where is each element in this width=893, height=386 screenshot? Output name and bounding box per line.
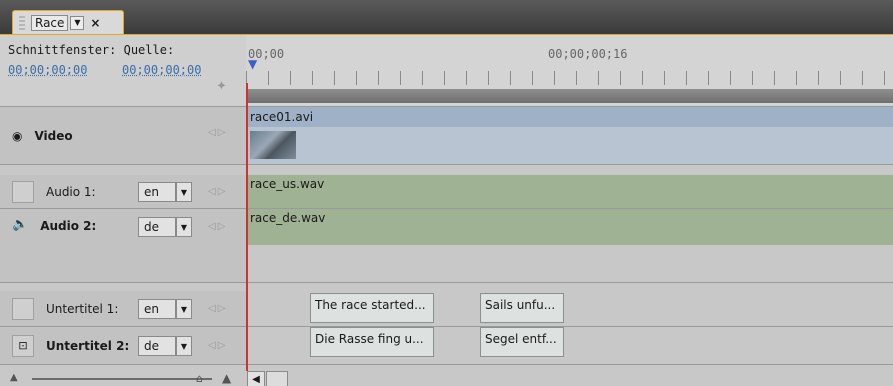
tab-label[interactable]: Race <box>31 14 69 31</box>
wand-icon[interactable]: ✦ <box>216 79 232 95</box>
timeline-header: Schnittfenster: Quelle: 00;00;00;00 00;0… <box>0 35 246 107</box>
keyframe-nav-icon[interactable]: ◁▷ <box>208 340 227 351</box>
subtitle-clip[interactable]: The race started... <box>310 293 434 323</box>
zoom-out-icon[interactable]: ▲ <box>10 372 18 383</box>
sub1-language-select[interactable]: en <box>138 299 176 319</box>
track-header-audio2: 🔈 Audio 2: de ▼ ◁▷ <box>0 209 246 283</box>
tab-race[interactable]: Race ▼ × <box>12 10 124 34</box>
time-ruler[interactable]: 00;00 00;00;00;16 ▼ <box>246 35 893 107</box>
zoom-in-icon[interactable]: ▲ <box>222 371 231 385</box>
ruler-mid-label: 00;00;00;16 <box>548 47 628 61</box>
track-name-sub1: Untertitel 1: <box>46 301 119 316</box>
track-area-sub1[interactable]: The race started... Sails unfu... <box>246 291 893 327</box>
track-name-sub2: Untertitel 2: <box>46 338 130 353</box>
track-name-audio2: Audio 2: <box>40 219 97 233</box>
keyframe-nav-icon[interactable]: ◁▷ <box>208 186 227 197</box>
track-area-sub2[interactable]: Die Rasse fing u... Segel entf... <box>246 327 893 365</box>
video-clip[interactable]: race01.avi <box>246 107 893 164</box>
audio2-clip[interactable]: race_de.wav <box>246 209 893 245</box>
timecode-in[interactable]: 00;00;00;00 <box>8 63 87 77</box>
sub2-language-select[interactable]: de <box>138 336 176 356</box>
grip-icon[interactable] <box>19 15 25 30</box>
timeline-footer: ▲ ⌂ ▲ ◀ <box>0 371 893 386</box>
tab-bar: Race ▼ × <box>0 0 893 34</box>
zoom-slider[interactable] <box>32 378 212 380</box>
close-icon[interactable]: × <box>90 16 100 30</box>
video-thumbnail <box>250 131 296 159</box>
timeline-title: Schnittfenster: Quelle: <box>8 43 175 57</box>
keyframe-nav-icon[interactable]: ◁▷ <box>208 221 227 232</box>
track-header-video: ◉ Video ◁▷ <box>0 107 246 165</box>
timeline-panel: Schnittfenster: Quelle: 00;00;00;00 00;0… <box>0 34 893 386</box>
subtitle-clip[interactable]: Die Rasse fing u... <box>310 327 434 357</box>
keyframe-nav-icon[interactable]: ◁▷ <box>208 303 227 314</box>
speaker-icon[interactable]: 🔈 <box>12 217 28 232</box>
track-gap <box>0 283 893 291</box>
work-area-bar[interactable] <box>246 89 893 103</box>
keyframe-nav-icon[interactable]: ◁▷ <box>208 127 227 138</box>
track-name-video: Video <box>34 128 73 143</box>
horizontal-scrollbar-thumb[interactable] <box>266 371 288 386</box>
track-header-audio1: Audio 1: en ▼ ◁▷ <box>0 175 246 209</box>
track-header-sub1: Untertitel 1: en ▼ ◁▷ <box>0 291 246 327</box>
audio1-language-select[interactable]: en <box>138 182 176 202</box>
track-name-audio1: Audio 1: <box>46 184 96 199</box>
zoom-slider-handle[interactable]: ⌂ <box>196 372 203 385</box>
eye-icon[interactable]: ◉ <box>12 129 22 143</box>
audio2-language-select[interactable]: de <box>138 217 176 237</box>
chevron-down-icon[interactable]: ▼ <box>176 299 192 319</box>
track-header-sub2: ⊡ Untertitel 2: de ▼ ◁▷ <box>0 327 246 365</box>
tab-dropdown-button[interactable]: ▼ <box>70 15 85 30</box>
sub1-toggle[interactable] <box>12 297 34 320</box>
track-area-audio2[interactable]: race_de.wav <box>246 209 893 283</box>
playhead-line[interactable] <box>246 83 248 371</box>
chevron-down-icon[interactable]: ▼ <box>176 217 192 237</box>
track-area-audio1[interactable]: race_us.wav <box>246 175 893 209</box>
chevron-down-icon[interactable]: ▼ <box>176 336 192 356</box>
track-gap <box>0 165 893 175</box>
track-area-video[interactable]: race01.avi <box>246 107 893 165</box>
subtitle-icon[interactable]: ⊡ <box>12 334 34 357</box>
video-clip-label: race01.avi <box>246 109 893 127</box>
playhead-handle-icon[interactable]: ▼ <box>248 57 257 73</box>
scroll-left-button[interactable]: ◀ <box>247 371 265 386</box>
audio1-toggle[interactable] <box>12 180 34 203</box>
timecode-out[interactable]: 00;00;00;00 <box>122 63 201 77</box>
chevron-down-icon[interactable]: ▼ <box>176 182 192 202</box>
subtitle-clip[interactable]: Segel entf... <box>480 327 564 357</box>
audio1-clip[interactable]: race_us.wav <box>246 175 893 208</box>
subtitle-clip[interactable]: Sails unfu... <box>480 293 564 323</box>
ruler-ticks <box>246 71 893 85</box>
